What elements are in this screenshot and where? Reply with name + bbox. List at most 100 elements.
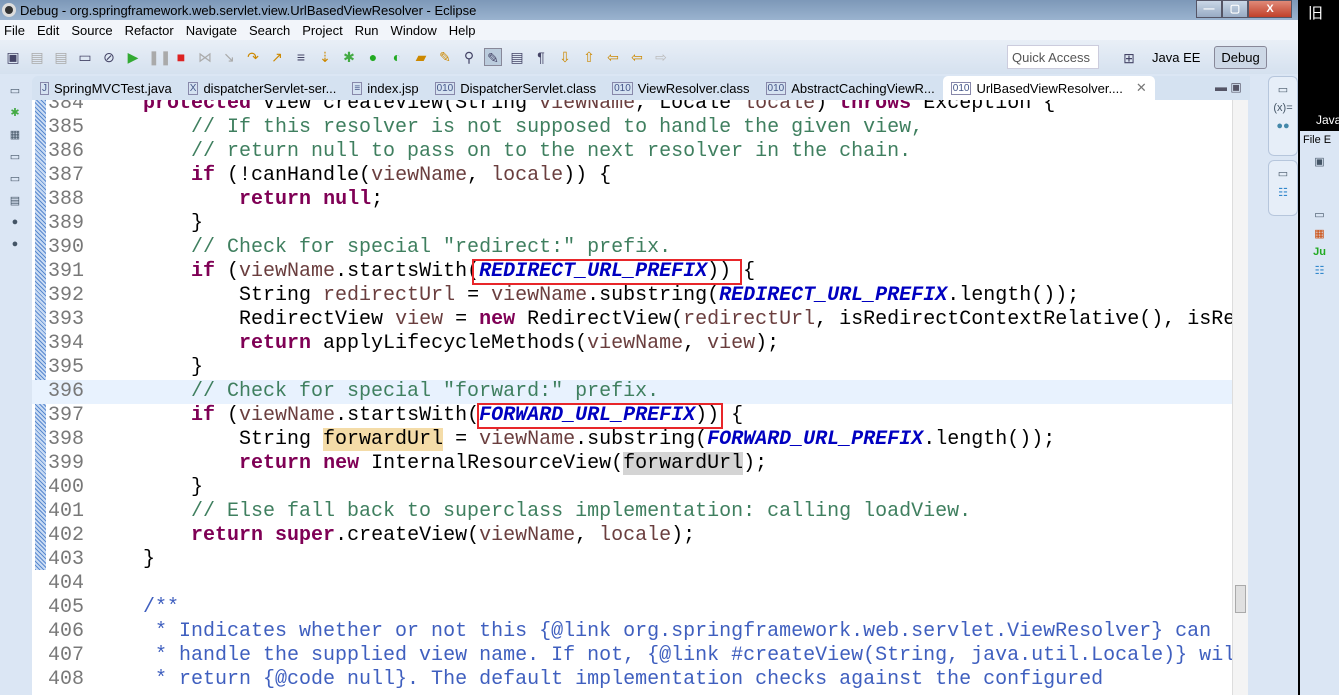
perspective-java-ee[interactable]: Java EE [1146,47,1206,68]
maximize-editor-icon[interactable]: ▣ [1230,80,1241,94]
restore-icon[interactable]: ▭ [8,84,22,98]
code-editor[interactable]: 384 protected View createView(String vie… [32,100,1232,695]
code-line: 399 return new InternalResourceView(forw… [32,452,1232,476]
block-selection-icon[interactable]: ▤ [508,48,526,66]
close-tab-icon[interactable]: ✕ [1136,80,1147,96]
tab-2[interactable]: ≡ index.jsp [344,76,426,100]
breakpoints-icon[interactable]: ●● [1269,120,1297,132]
mark-occurrences-icon[interactable]: ✎ [484,48,502,66]
console-icon[interactable]: ▭ [76,48,94,66]
tab-controls: ▬ ▣ [1215,80,1242,94]
menu-window[interactable]: Window [387,23,445,38]
menu-source[interactable]: Source [67,23,120,38]
code-token: if [191,404,216,427]
highlight-box-redirect [472,259,742,285]
tab-1[interactable]: XdispatcherServlet-ser... [180,76,345,100]
menu-project[interactable]: Project [298,23,350,38]
code-text: } [95,356,203,380]
menu-navigate[interactable]: Navigate [182,23,245,38]
code-token: viewName [587,332,684,355]
new-icon[interactable]: ▣ [4,48,22,66]
use-step-filters-icon[interactable]: ⇣ [316,48,334,66]
maximize-button[interactable]: ▢ [1222,0,1248,18]
terminate-icon[interactable]: ■ [172,48,190,66]
code-token: String [95,284,324,307]
step-into-icon[interactable]: ↘ [220,48,238,66]
run-icon[interactable]: ● [364,48,382,66]
resume-icon[interactable]: ▶ [124,48,142,66]
menu-search[interactable]: Search [245,23,298,38]
back-icon[interactable]: ⇦ [628,48,646,66]
debug-view-icon[interactable]: ✱ [8,106,22,120]
tab-5[interactable]: 010 AbstractCachingViewR... [758,76,943,100]
restore-icon[interactable]: ▭ [8,150,22,164]
save-icon[interactable]: ▤ [28,48,46,66]
menu-help[interactable]: Help [445,23,484,38]
toggle-breadcrumb-icon[interactable]: ⚲ [460,48,478,66]
code-token: , Locale [635,100,744,115]
tab-3[interactable]: 010 DispatcherServlet.class [427,76,605,100]
code-token: RedirectView( [515,308,684,331]
drop-to-frame-icon[interactable]: ≡ [292,48,310,66]
last-edit-icon[interactable]: ⇦ [604,48,622,66]
next-annotation-icon[interactable]: ⇩ [556,48,574,66]
tab-0[interactable]: J SpringMVCTest.java [32,76,180,100]
line-number: 398 [48,428,85,451]
code-text: return new InternalResourceView(forwardU… [95,452,767,476]
menu-run[interactable]: Run [351,23,387,38]
code-token: locale [599,524,672,547]
close-button[interactable]: X [1248,0,1292,18]
step-return-icon[interactable]: ↗ [268,48,286,66]
minimize-editor-icon[interactable]: ▬ [1215,80,1227,94]
save-all-icon[interactable]: ▤ [52,48,70,66]
code-token: .length()); [923,428,1056,451]
console-icon[interactable]: ▭ [8,172,22,186]
quick-access-input[interactable]: Quick Access [1007,45,1099,69]
outline-icon[interactable]: ☷ [1269,186,1297,199]
scrollbar-thumb[interactable] [1235,585,1246,613]
open-perspective-icon[interactable]: ⊞ [1120,49,1138,67]
line-number: 384 [48,100,85,115]
skip-breakpoints-icon[interactable]: ⊘ [100,48,118,66]
debug-icon[interactable]: ✱ [340,48,358,66]
forward-icon[interactable]: ⇨ [652,48,670,66]
variables-icon[interactable]: (x)= [1269,102,1297,114]
suspend-icon[interactable]: ❚❚ [148,48,171,66]
previous-annotation-icon[interactable]: ⇧ [580,48,598,66]
perspective-debug[interactable]: Debug [1214,46,1267,69]
vertical-scrollbar[interactable] [1232,100,1248,695]
line-number: 386 [48,140,85,163]
perspective-switcher: ⊞ Java EE Debug [1120,46,1267,69]
expressions-icon[interactable]: ● [8,238,22,252]
search-icon[interactable]: ✎ [436,48,454,66]
code-line: 407 * handle the supplied view name. If … [32,644,1232,668]
step-over-icon[interactable]: ↷ [244,48,262,66]
disconnect-icon[interactable]: ⋈ [196,48,214,66]
minimize-button[interactable]: — [1196,0,1222,18]
breakpoints-icon[interactable]: ● [8,216,22,230]
menu-file[interactable]: File [0,23,33,38]
code-token: view [395,308,444,331]
menu-edit[interactable]: Edit [33,23,67,38]
window-title: Debug - org.springframework.web.servlet.… [20,2,477,18]
menu-refactor[interactable]: Refactor [121,23,182,38]
restore-icon[interactable]: ▭ [1269,167,1297,180]
line-number: 400 [48,476,85,499]
restore-icon[interactable]: ▭ [1269,83,1297,96]
tab-6[interactable]: 010 UrlBasedViewResolver.... ✕ [942,76,1155,100]
tasks-icon[interactable]: ▤ [8,194,22,208]
tab-label: SpringMVCTest.java [54,80,172,96]
servers-icon[interactable]: ▦ [8,128,22,142]
open-type-icon[interactable]: ▰ [412,48,430,66]
tab-4[interactable]: 010 ViewResolver.class [604,76,757,100]
title-bar: Debug - org.springframework.web.servlet.… [0,0,1298,20]
corner-text: 旧 [1308,5,1324,22]
line-number: 395 [48,356,85,379]
external-tools-icon[interactable]: ◐ [388,48,406,66]
show-whitespace-icon[interactable]: ¶ [532,48,550,66]
